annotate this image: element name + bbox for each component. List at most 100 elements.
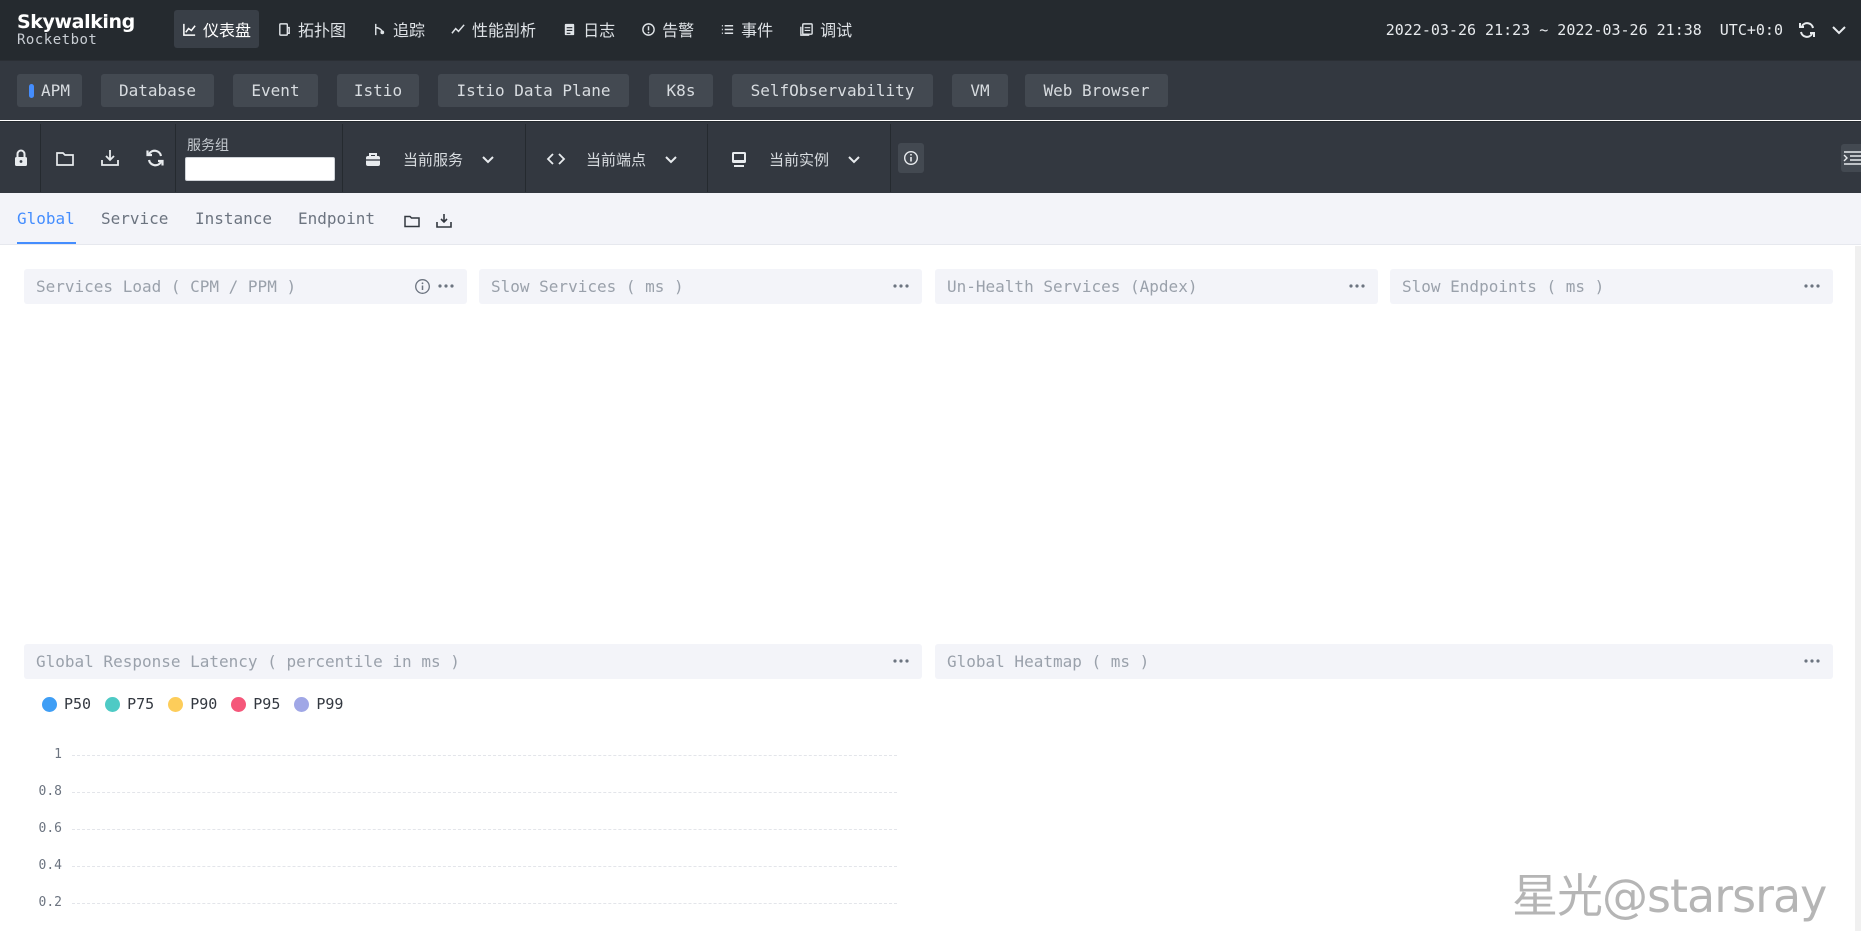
legend-item-p50[interactable]: P50 [42, 695, 91, 713]
widget-slow-endpoints: Slow Endpoints ( ms ) [1390, 269, 1833, 304]
tab-global[interactable]: Global [17, 209, 75, 228]
instance-select-label: 当前实例 [769, 150, 830, 169]
layout-tabs-bar: APM Database Event Istio Istio Data Plan… [0, 60, 1861, 120]
widget-title: Services Load ( CPM / PPM ) [36, 277, 297, 296]
info-icon[interactable] [414, 278, 431, 295]
layout-tab-vm[interactable]: VM [952, 74, 1008, 107]
chevron-down-icon [848, 156, 860, 164]
nav-label: 告警 [662, 21, 695, 40]
layout-tab-selfobservability[interactable]: SelfObservability [732, 74, 933, 107]
folder-icon[interactable] [54, 147, 76, 169]
legend-label: P95 [253, 695, 281, 713]
nav-item-alarm[interactable]: 告警 [633, 10, 702, 48]
legend-label: P90 [190, 695, 218, 713]
layout-tab-apm[interactable]: APM [17, 74, 82, 107]
chevron-down-icon [482, 156, 494, 164]
time-controls: 2022-03-26 21:23 ~ 2022-03-26 21:38 UTC+… [1386, 0, 1861, 60]
tab-service[interactable]: Service [101, 209, 168, 228]
nav-label: 调试 [820, 21, 853, 40]
tab-endpoint[interactable]: Endpoint [298, 209, 375, 228]
endpoint-select[interactable]: 当前端点 [546, 146, 678, 172]
time-range-picker[interactable]: 2022-03-26 21:23 ~ 2022-03-26 21:38 [1386, 21, 1702, 39]
service-group-label: 服务组 [187, 138, 229, 154]
legend-item-p95[interactable]: P95 [231, 695, 280, 713]
tab-instance[interactable]: Instance [195, 209, 272, 228]
y-tick-label: 0.2 [38, 895, 62, 910]
legend-item-p90[interactable]: P90 [168, 695, 217, 713]
chevron-down-icon[interactable] [1829, 20, 1849, 40]
folder-icon[interactable] [403, 212, 421, 230]
lock-icon[interactable] [10, 147, 32, 169]
service-group-input[interactable] [185, 157, 335, 181]
nav-label: 拓扑图 [298, 21, 347, 40]
layout-tab-k8s[interactable]: K8s [649, 74, 713, 107]
divider [707, 124, 708, 192]
download-icon[interactable] [435, 212, 453, 230]
widget-title: Un-Health Services (Apdex) [947, 277, 1198, 296]
log-icon [564, 23, 575, 35]
more-options-icon[interactable] [1348, 281, 1366, 291]
legend-label: P75 [127, 695, 155, 713]
nav-item-debug[interactable]: 调试 [791, 10, 860, 48]
watermark: 星光@starsray [1512, 869, 1827, 923]
widget-unhealth-services: Un-Health Services (Apdex) [935, 269, 1378, 304]
active-dot [29, 83, 35, 98]
layout-tab-database[interactable]: Database [101, 74, 214, 107]
event-icon [721, 24, 734, 34]
legend-label: P99 [316, 695, 344, 713]
gridline [72, 829, 897, 830]
service-select-label: 当前服务 [403, 150, 464, 169]
timezone-label[interactable]: UTC+0:0 [1720, 21, 1783, 39]
more-options-icon[interactable] [1803, 281, 1821, 291]
logo-title: Skywalking [17, 11, 135, 33]
download-icon[interactable] [99, 147, 121, 169]
y-tick-label: 0.6 [38, 821, 62, 836]
y-tick-label: 0.4 [38, 858, 62, 873]
nav-item-event[interactable]: 事件 [712, 10, 781, 48]
nav-item-log[interactable]: 日志 [554, 10, 623, 48]
widget-title: Global Heatmap ( ms ) [947, 652, 1150, 671]
divider [175, 124, 176, 192]
instance-select[interactable]: 当前实例 [729, 146, 861, 172]
divider [342, 124, 343, 192]
more-options-icon[interactable] [892, 656, 910, 666]
nav-item-topology[interactable]: 拓扑图 [269, 10, 354, 48]
dashboard-toolbar: 服务组 当前服务 当前端点 当前实例 [0, 121, 1861, 193]
debug-icon [800, 22, 813, 36]
widget-slow-services: Slow Services ( ms ) [479, 269, 922, 304]
logo[interactable]: Skywalking Rocketbot [17, 12, 135, 48]
layout-tab-event[interactable]: Event [233, 74, 318, 107]
toggle-panel-button[interactable] [1841, 144, 1861, 172]
dashboard-content: Services Load ( CPM / PPM ) Slow Service… [0, 246, 1861, 931]
nav-label: 追踪 [393, 21, 426, 40]
nav-item-trace[interactable]: 追踪 [364, 10, 433, 48]
more-options-icon[interactable] [1803, 656, 1821, 666]
main-nav: 仪表盘 拓扑图 追踪 性能剖析 日志 告警 事件 调试 [174, 10, 870, 48]
layout-tab-istio[interactable]: Istio [337, 74, 419, 107]
refresh-icon[interactable] [144, 147, 166, 169]
widget-global-heatmap: Global Heatmap ( ms ) [935, 644, 1833, 679]
info-button[interactable] [898, 143, 924, 173]
logo-subtitle: Rocketbot [17, 32, 98, 48]
scrollbar[interactable] [1855, 246, 1861, 931]
legend-item-p75[interactable]: P75 [105, 695, 154, 713]
layout-tab-web-browser[interactable]: Web Browser [1025, 74, 1168, 107]
refresh-icon[interactable] [1797, 20, 1817, 40]
service-select[interactable]: 当前服务 [363, 146, 495, 172]
gridline [72, 792, 897, 793]
legend-label: P50 [64, 695, 92, 713]
server-icon [732, 152, 746, 167]
nav-item-profile[interactable]: 性能剖析 [443, 10, 544, 48]
alarm-icon [642, 22, 655, 36]
more-options-icon[interactable] [892, 281, 910, 291]
widget-title: Slow Services ( ms ) [491, 277, 684, 296]
chevron-down-icon [665, 156, 677, 164]
legend-item-p99[interactable]: P99 [294, 695, 343, 713]
legend-swatch [231, 696, 247, 712]
more-options-icon[interactable] [437, 281, 455, 291]
nav-item-dashboard[interactable]: 仪表盘 [174, 10, 260, 48]
active-tab-indicator [17, 242, 76, 244]
trace-icon [375, 23, 385, 35]
layout-tab-istio-data-plane[interactable]: Istio Data Plane [438, 74, 629, 107]
nav-label: 事件 [741, 21, 774, 40]
